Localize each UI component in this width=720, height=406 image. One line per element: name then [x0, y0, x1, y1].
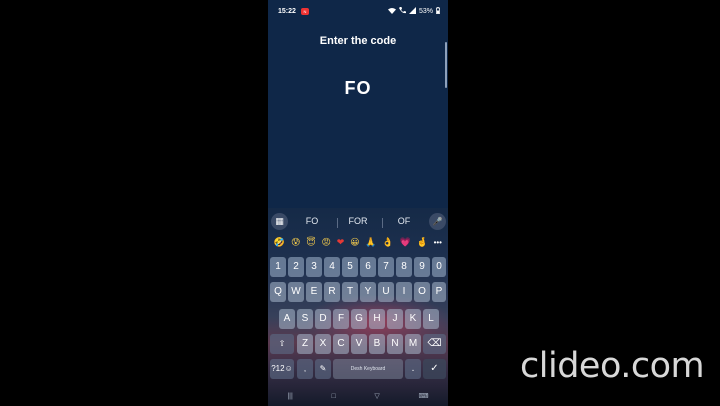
emoji-key[interactable]: 🙏: [365, 237, 376, 248]
emoji-key[interactable]: 👌: [382, 237, 393, 248]
emoji-row: 🤣 😰 😇 😡 ❤ 😀 🙏 👌 💗 🤞 •••: [268, 234, 448, 250]
notification-icon: N: [300, 7, 309, 15]
key-3[interactable]: 3: [306, 257, 322, 277]
symbols-key[interactable]: ?12☺: [270, 359, 294, 379]
bottom-key-row: ?12☺ , ✎ Desh Keyboard . ✓: [268, 359, 448, 379]
key-2[interactable]: 2: [288, 257, 304, 277]
key-c[interactable]: C: [333, 334, 349, 354]
key-r[interactable]: R: [324, 282, 340, 302]
key-f[interactable]: F: [333, 309, 349, 329]
recents-button[interactable]: |||: [287, 393, 292, 400]
keyboard-apps-icon[interactable]: ▦: [271, 213, 288, 230]
on-screen-keyboard: ▦ FO FOR OF 🎤 🤣 😰 😇 😡 ❤ 😀 🙏 👌 💗 🤞 ••• 1 …: [268, 208, 448, 406]
key-n[interactable]: N: [387, 334, 403, 354]
watermark: clideo.com: [520, 346, 705, 386]
key-a[interactable]: A: [279, 309, 295, 329]
key-e[interactable]: E: [306, 282, 322, 302]
comma-key[interactable]: ,: [297, 359, 313, 379]
battery-icon: [436, 6, 440, 16]
key-5[interactable]: 5: [342, 257, 358, 277]
letter-row-3: ⇧ Z X C V B N M ⌫: [268, 334, 448, 354]
emoji-key[interactable]: ❤: [337, 237, 345, 248]
suggestion-1[interactable]: FO: [292, 216, 332, 226]
letter-row-2: A S D F G H J K L: [268, 309, 448, 329]
key-0[interactable]: 0: [432, 257, 446, 277]
letter-row-1: Q W E R T Y U I O P: [268, 282, 448, 302]
screen-stage: 15:22 N 53% Enter the code FO ▦ FO FOR O…: [0, 0, 720, 406]
enter-key[interactable]: ✓: [423, 359, 446, 379]
key-8[interactable]: 8: [396, 257, 412, 277]
home-button[interactable]: □: [332, 393, 336, 400]
navigation-bar: ||| □ ▽ ⌨: [268, 386, 448, 406]
key-u[interactable]: U: [378, 282, 394, 302]
scrollbar[interactable]: [445, 42, 447, 88]
emoji-key[interactable]: 🤣: [274, 237, 285, 248]
key-v[interactable]: V: [351, 334, 367, 354]
suggestion-3[interactable]: OF: [384, 216, 424, 226]
key-6[interactable]: 6: [360, 257, 376, 277]
key-9[interactable]: 9: [414, 257, 430, 277]
status-time: 15:22: [278, 7, 296, 15]
emoji-key[interactable]: 😇: [306, 237, 315, 248]
phone-screen: 15:22 N 53% Enter the code FO ▦ FO FOR O…: [268, 0, 448, 406]
key-w[interactable]: W: [288, 282, 304, 302]
key-7[interactable]: 7: [378, 257, 394, 277]
microphone-icon[interactable]: 🎤: [429, 213, 446, 230]
emoji-key[interactable]: 😡: [321, 237, 330, 248]
key-t[interactable]: T: [342, 282, 358, 302]
key-i[interactable]: I: [396, 282, 412, 302]
key-h[interactable]: H: [369, 309, 385, 329]
status-bar: 15:22 N 53%: [268, 0, 448, 22]
key-q[interactable]: Q: [270, 282, 286, 302]
voice-key[interactable]: ✎: [315, 359, 331, 379]
keyboard-switch-button[interactable]: ⌨: [419, 392, 429, 400]
back-button[interactable]: ▽: [374, 392, 379, 400]
code-input-display[interactable]: FO: [268, 78, 448, 99]
key-z[interactable]: Z: [297, 334, 313, 354]
suggestion-divider: [382, 218, 383, 228]
key-y[interactable]: Y: [360, 282, 376, 302]
key-l[interactable]: L: [423, 309, 439, 329]
number-row: 1 2 3 4 5 6 7 8 9 0: [268, 257, 448, 277]
space-bar[interactable]: Desh Keyboard: [333, 359, 403, 379]
wifi-icon: [387, 7, 396, 16]
emoji-key[interactable]: 🤞: [417, 237, 428, 248]
more-emoji-icon[interactable]: •••: [434, 238, 442, 247]
key-b[interactable]: B: [369, 334, 385, 354]
key-o[interactable]: O: [414, 282, 430, 302]
battery-level: 53%: [418, 7, 433, 15]
emoji-key[interactable]: 😰: [291, 237, 300, 248]
period-key[interactable]: .: [405, 359, 421, 379]
suggestion-bar: ▦ FO FOR OF 🎤: [268, 210, 448, 232]
key-s[interactable]: S: [297, 309, 313, 329]
key-p[interactable]: P: [432, 282, 446, 302]
emoji-key[interactable]: 😀: [350, 237, 359, 248]
suggestion-2[interactable]: FOR: [338, 216, 378, 226]
key-1[interactable]: 1: [270, 257, 286, 277]
key-k[interactable]: K: [405, 309, 421, 329]
key-j[interactable]: J: [387, 309, 403, 329]
key-4[interactable]: 4: [324, 257, 340, 277]
backspace-key[interactable]: ⌫: [423, 334, 446, 354]
key-g[interactable]: G: [351, 309, 367, 329]
key-x[interactable]: X: [315, 334, 331, 354]
key-m[interactable]: M: [405, 334, 421, 354]
shift-key[interactable]: ⇧: [270, 334, 294, 354]
emoji-key[interactable]: 💗: [399, 237, 410, 248]
signal-icon: [408, 6, 416, 16]
status-icons: 53%: [387, 6, 440, 16]
page-title: Enter the code: [319, 35, 397, 47]
call-icon: [398, 6, 406, 16]
key-d[interactable]: D: [315, 309, 331, 329]
